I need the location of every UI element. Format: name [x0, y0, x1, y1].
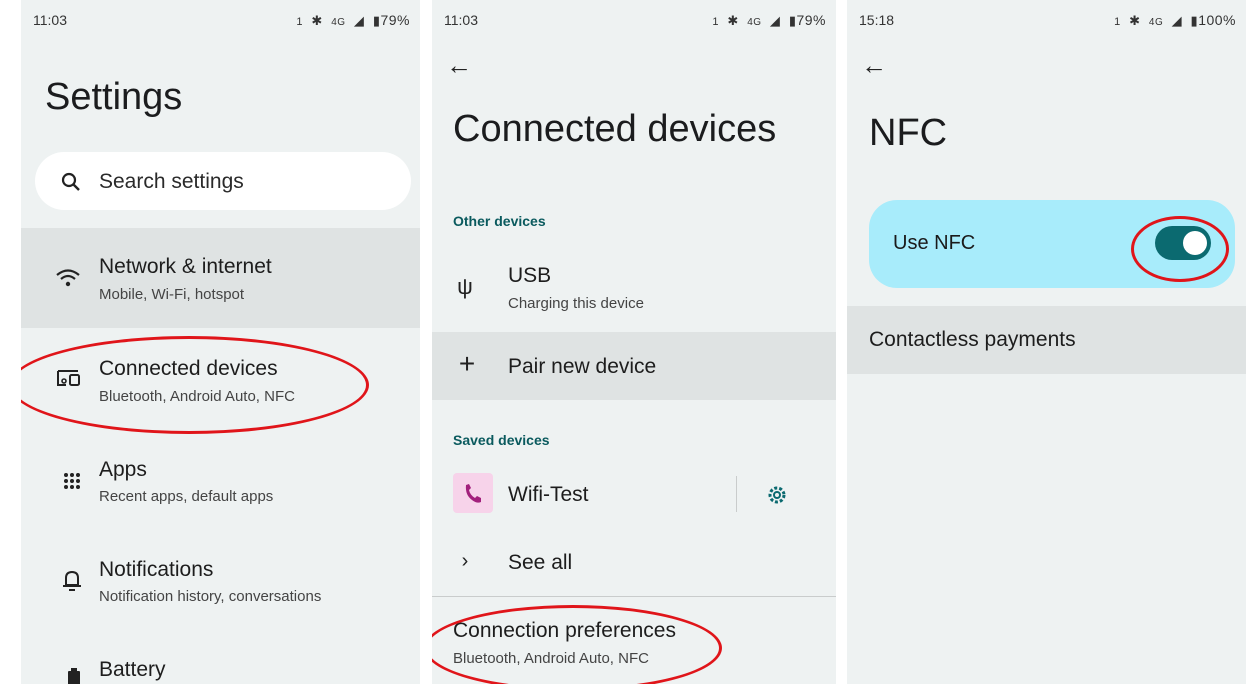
- section-header-saved-devices: Saved devices: [453, 432, 550, 448]
- page-title: Connected devices: [453, 108, 777, 150]
- battery-percent: 79%: [796, 12, 826, 28]
- back-arrow-icon[interactable]: ←: [446, 52, 472, 78]
- apps-grid-icon: [64, 473, 80, 489]
- network-type: 4G: [331, 17, 346, 28]
- contactless-payments-label: Contactless payments: [869, 328, 1076, 351]
- toggle-thumb: [1183, 231, 1207, 255]
- status-time: 11:03: [33, 12, 67, 28]
- connection-preferences-subtitle: Bluetooth, Android Auto, NFC: [453, 650, 649, 667]
- page-title: Settings: [45, 76, 183, 118]
- network-type: 4G: [747, 17, 762, 28]
- status-bar: 15:18 1 ✱ 4G ◢ ▮100%: [847, 0, 1246, 40]
- settings-item-notifications[interactable]: Notifications Notification history, conv…: [21, 528, 420, 628]
- settings-item-title: Notifications: [99, 558, 214, 581]
- settings-item-connected-devices[interactable]: Connected devices Bluetooth, Android Aut…: [21, 328, 420, 428]
- pair-new-device-item[interactable]: + Pair new device: [432, 332, 836, 400]
- settings-screen: 11:03 1 ✱ 4G ◢ ▮79% Settings Search sett…: [21, 0, 420, 684]
- battery-percent: 79%: [380, 12, 410, 28]
- connection-preferences-title: Connection preferences: [453, 619, 676, 642]
- settings-item-title: Battery: [99, 658, 166, 681]
- chevron-right-icon: ›: [461, 550, 469, 572]
- sim-indicator: 1: [296, 16, 303, 28]
- status-right: 1 ✱ 4G ◢ ▮79%: [712, 12, 826, 29]
- usb-title: USB: [508, 264, 552, 287]
- search-bar[interactable]: Search settings: [35, 152, 411, 210]
- see-all-item[interactable]: › See all: [432, 530, 836, 594]
- status-right: 1 ✱ 4G ◢ ▮79%: [296, 12, 410, 29]
- signal-icon: ◢: [1171, 13, 1183, 28]
- settings-item-apps[interactable]: Apps Recent apps, default apps: [21, 428, 420, 528]
- settings-item-title: Network & internet: [99, 255, 272, 278]
- saved-device-name: Wifi-Test: [508, 483, 589, 506]
- bluetooth-icon: ✱: [727, 13, 739, 28]
- settings-item-subtitle: Recent apps, default apps: [99, 488, 274, 505]
- search-icon: [61, 172, 80, 191]
- gear-icon[interactable]: [766, 484, 788, 506]
- contactless-payments-item[interactable]: Contactless payments: [847, 306, 1246, 374]
- bluetooth-icon: ✱: [1129, 13, 1141, 28]
- network-type: 4G: [1148, 17, 1164, 28]
- usb-subtitle: Charging this device: [508, 295, 644, 312]
- battery-percent: 100%: [1198, 12, 1236, 28]
- settings-item-subtitle: Bluetooth, Android Auto, NFC: [99, 388, 295, 405]
- status-bar: 11:03 1 ✱ 4G ◢ ▮79%: [21, 0, 420, 40]
- phone-icon: [453, 473, 493, 513]
- settings-item-battery[interactable]: Battery: [21, 628, 420, 684]
- status-time: 11:03: [444, 12, 478, 28]
- use-nfc-card[interactable]: Use NFC: [869, 200, 1235, 288]
- battery-icon: [68, 668, 80, 684]
- settings-item-title: Connected devices: [99, 357, 278, 380]
- pair-new-device-label: Pair new device: [508, 355, 657, 378]
- nfc-screen: 15:18 1 ✱ 4G ◢ ▮100% ← NFC Use NFC Conta…: [847, 0, 1246, 684]
- connection-preferences-item[interactable]: Connection preferences Bluetooth, Androi…: [432, 600, 836, 684]
- settings-item-subtitle: Mobile, Wi-Fi, hotspot: [99, 286, 245, 303]
- bluetooth-icon: ✱: [311, 13, 323, 28]
- sim-indicator: 1: [1114, 16, 1121, 28]
- use-nfc-toggle[interactable]: [1155, 226, 1211, 260]
- usb-item[interactable]: ψ USB Charging this device: [432, 250, 836, 332]
- connected-devices-screen: 11:03 1 ✱ 4G ◢ ▮79% ← Connected devices …: [432, 0, 836, 684]
- page-title: NFC: [869, 112, 948, 154]
- bell-icon: [63, 570, 81, 591]
- section-header-other-devices: Other devices: [453, 213, 546, 229]
- status-right: 1 ✱ 4G ◢ ▮100%: [1114, 12, 1236, 29]
- settings-item-network[interactable]: Network & internet Mobile, Wi-Fi, hotspo…: [21, 228, 420, 328]
- settings-item-subtitle: Notification history, conversations: [99, 588, 322, 605]
- divider: [432, 596, 836, 597]
- status-time: 15:18: [859, 12, 895, 28]
- wifi-icon: [56, 269, 80, 287]
- sim-indicator: 1: [712, 16, 719, 28]
- settings-item-title: Apps: [99, 458, 147, 481]
- back-arrow-icon[interactable]: ←: [861, 52, 887, 78]
- search-placeholder: Search settings: [99, 170, 244, 193]
- status-bar: 11:03 1 ✱ 4G ◢ ▮79%: [432, 0, 836, 40]
- signal-icon: ◢: [353, 13, 365, 28]
- plus-icon: +: [458, 348, 476, 379]
- devices-icon: [57, 370, 80, 386]
- divider: [736, 476, 737, 512]
- usb-icon: ψ: [457, 274, 473, 299]
- use-nfc-label: Use NFC: [893, 232, 976, 254]
- signal-icon: ◢: [769, 13, 781, 28]
- see-all-label: See all: [508, 551, 573, 574]
- saved-device-item[interactable]: Wifi-Test: [432, 462, 836, 526]
